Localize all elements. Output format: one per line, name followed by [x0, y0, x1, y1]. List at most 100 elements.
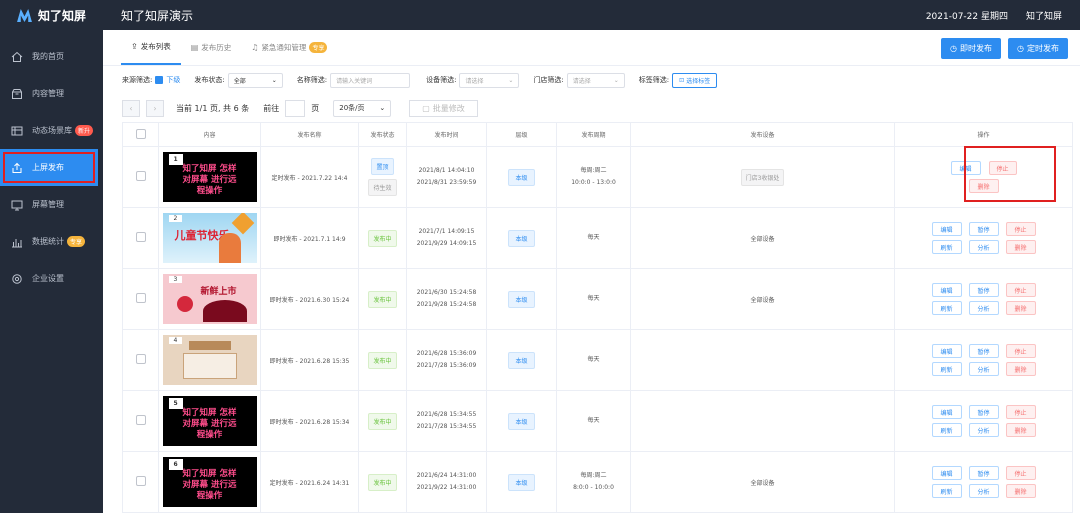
thumbnail-text: 知了知屏 怎样对屏幕 进行远程操作: [182, 408, 237, 440]
analyze-button[interactable]: 分析: [968, 362, 999, 376]
pause-button[interactable]: 暂停: [968, 222, 999, 236]
page-number-input[interactable]: [285, 99, 306, 117]
stop-button[interactable]: 停止: [1005, 405, 1036, 419]
delete-button[interactable]: 删除: [1005, 240, 1036, 254]
content-thumbnail[interactable]: 1 知了知屏 怎样对屏幕 进行远程操作: [162, 152, 257, 202]
user-name[interactable]: 知了知屏: [1026, 9, 1062, 22]
scheduled-publish-button[interactable]: ◷ 定时发布: [1008, 38, 1068, 59]
sidebar-item-publish[interactable]: 上屏发布: [0, 149, 98, 186]
clock-icon: ◷: [950, 44, 958, 53]
device-cell: 门店3收银处: [630, 146, 895, 208]
row-checkbox[interactable]: [135, 293, 146, 303]
delete-button[interactable]: 删除: [1005, 362, 1036, 376]
publish-buttons: ◷ 即时发布 ◷ 定时发布: [941, 38, 1068, 59]
tab-emergency-notice[interactable]: ♫ 紧急通知管理 专享: [241, 29, 337, 65]
publish-time: 2021/6/30 15:24:58: [416, 289, 477, 296]
refresh-button[interactable]: 刷新: [931, 362, 962, 376]
refresh-button[interactable]: 刷新: [931, 484, 962, 498]
store-select[interactable]: 请选择 ⌄: [566, 72, 625, 88]
delete-button[interactable]: 删除: [1005, 301, 1036, 315]
device-cell: [630, 390, 895, 452]
publish-time: 2021/9/29 14:09:15: [416, 240, 477, 247]
shop-banner: [188, 341, 231, 350]
prev-page-button[interactable]: ‹: [122, 99, 140, 117]
column-header: 发布状态: [358, 122, 407, 147]
row-checkbox[interactable]: [135, 415, 146, 425]
row-checkbox[interactable]: [135, 354, 146, 364]
device-select[interactable]: 请选择 ⌄: [459, 72, 520, 88]
refresh-button[interactable]: 刷新: [931, 240, 962, 254]
content-thumbnail[interactable]: 4: [162, 335, 257, 385]
logo[interactable]: 知了知屏: [0, 0, 103, 30]
tab-publish-list[interactable]: ⇪ 发布列表: [121, 29, 181, 65]
sidebar-item-content[interactable]: 内容管理: [0, 75, 103, 112]
select-all-checkbox[interactable]: [135, 128, 146, 139]
name-search-input[interactable]: 请输入关键词: [330, 72, 411, 88]
publish-time: 2021/6/28 15:34:55: [416, 411, 477, 418]
goto-label: 前往: [263, 103, 280, 113]
refresh-button[interactable]: 刷新: [931, 301, 962, 315]
pause-button[interactable]: 暂停: [968, 466, 999, 480]
delete-button[interactable]: 删除: [1005, 423, 1036, 437]
row-checkbox[interactable]: [135, 232, 146, 242]
sidebar-item-screens[interactable]: 屏幕管理: [0, 186, 103, 223]
publish-name-cell: 即时发布 - 2021.7.1 14:9: [260, 207, 359, 269]
select-tags-button[interactable]: ⊡ 选择标签: [672, 72, 718, 88]
content-cell: 1 知了知屏 怎样对屏幕 进行远程操作: [158, 146, 261, 208]
store-filter-label: 门店筛选:: [533, 76, 564, 84]
sidebar-item-settings[interactable]: 企业设置: [0, 260, 103, 297]
page-size-select[interactable]: 20条/页 ⌄: [333, 99, 392, 117]
content-thumbnail[interactable]: 5 知了知屏 怎样对屏幕 进行远程操作: [162, 396, 257, 446]
row-select-cell: [122, 268, 159, 330]
publish-cycle: 每周:周二: [580, 472, 607, 479]
thumbnail-text: 知了知屏 怎样对屏幕 进行远程操作: [182, 469, 237, 501]
level-tag: 本级: [508, 229, 535, 247]
content-thumbnail[interactable]: 6 知了知屏 怎样对屏幕 进行远程操作: [162, 457, 257, 507]
stop-button[interactable]: 停止: [1005, 222, 1036, 236]
next-page-button[interactable]: ›: [146, 99, 164, 117]
pause-button[interactable]: 暂停: [968, 283, 999, 297]
analyze-button[interactable]: 分析: [968, 240, 999, 254]
status-tag: 待生效: [368, 179, 397, 196]
sidebar-item-stats[interactable]: 数据统计 专享: [0, 223, 103, 260]
pause-button[interactable]: 暂停: [968, 344, 999, 358]
publish-time: 2021/6/28 15:36:09: [416, 350, 477, 357]
analyze-button[interactable]: 分析: [968, 423, 999, 437]
sidebar-item-home[interactable]: 我的首页: [0, 38, 103, 75]
analyze-button[interactable]: 分析: [968, 484, 999, 498]
level-cell: 本级: [486, 451, 557, 513]
publish-name-cell: 即时发布 - 2021.6.30 15:24: [260, 268, 359, 330]
edit-button[interactable]: 编辑: [931, 344, 962, 358]
analyze-button[interactable]: 分析: [968, 301, 999, 315]
stop-button[interactable]: 停止: [1005, 466, 1036, 480]
tab-publish-history[interactable]: ▤ 发布历史: [181, 29, 242, 65]
row-checkbox[interactable]: [135, 476, 146, 486]
pause-button[interactable]: 暂停: [968, 405, 999, 419]
batch-edit-button[interactable]: ▢ 批量修改: [409, 99, 478, 117]
level-tag: 本级: [508, 168, 535, 186]
stop-button[interactable]: 停止: [1005, 344, 1036, 358]
actions-cell: 编辑 暂停 停止刷新 分析 删除: [894, 329, 1073, 391]
bell-icon: ♫: [251, 42, 259, 52]
edit-button[interactable]: 编辑: [931, 466, 962, 480]
sidebar: 知了知屏 我的首页 内容管理 动态场景库 新升 上屏发布 屏幕管理 数据统计 专…: [0, 0, 103, 513]
level-tag: 本级: [508, 351, 535, 369]
edit-button[interactable]: 编辑: [931, 222, 962, 236]
status-select[interactable]: 全部 ⌄: [227, 72, 283, 88]
refresh-button[interactable]: 刷新: [931, 423, 962, 437]
edit-button[interactable]: 编辑: [931, 283, 962, 297]
subordinate-checkbox[interactable]: [155, 76, 164, 84]
exclusive-badge: 专享: [309, 41, 328, 53]
stop-button[interactable]: 停止: [1005, 283, 1036, 297]
instant-publish-button[interactable]: ◷ 即时发布: [941, 38, 1002, 59]
level-cell: 本级: [486, 207, 557, 269]
logo-icon: [17, 8, 32, 22]
row-checkbox[interactable]: [135, 171, 146, 181]
edit-button[interactable]: 编辑: [931, 405, 962, 419]
publish-cycle: 每天: [587, 356, 600, 363]
delete-button[interactable]: 删除: [1005, 484, 1036, 498]
sidebar-item-scenes[interactable]: 动态场景库 新升: [0, 112, 103, 149]
content-thumbnail[interactable]: 3 新鲜上市: [162, 274, 257, 324]
content-thumbnail[interactable]: 2 儿童节快乐: [162, 213, 257, 263]
home-icon: [11, 51, 23, 62]
